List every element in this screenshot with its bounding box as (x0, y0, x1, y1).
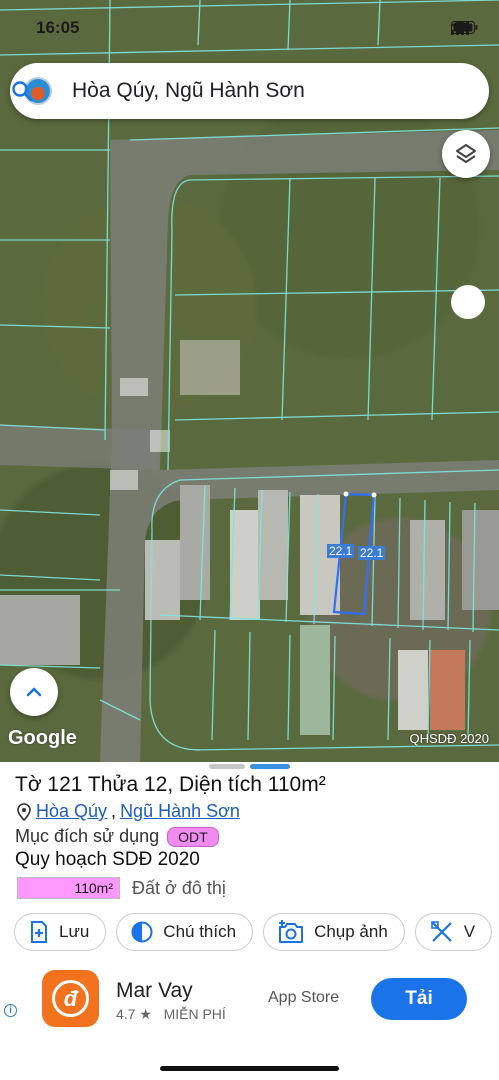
install-button[interactable]: Tải (371, 978, 467, 1020)
layers-button[interactable] (442, 130, 490, 178)
plan-heading: Quy hoạch SDĐ 2020 (15, 849, 200, 870)
save-button[interactable]: Lưu (14, 913, 107, 951)
sheet-handle[interactable] (209, 764, 245, 769)
measure-button[interactable]: V (414, 913, 493, 951)
measure-label: V (463, 922, 476, 941)
parcel-edge-label-right: 22.1 (358, 546, 386, 560)
parcel-info-sheet: Tờ 121 Thửa 12, Diện tích 110m² Hòa Qúy,… (0, 762, 499, 1080)
layers-icon (456, 144, 476, 163)
app-logo-letter: đ (52, 980, 89, 1017)
action-bar: Lưu Chú thích Chụp ảnh V (14, 913, 493, 951)
ad-price: MIỄN PHÍ (163, 1006, 226, 1022)
ruler-icon (430, 921, 452, 942)
zoning-area-swatch: 110m² (17, 877, 120, 899)
district-link[interactable]: Ngũ Hành Sơn (120, 801, 240, 822)
ad-rating: 4.7 ★ MIỄN PHÍ (116, 1006, 226, 1023)
capture-button[interactable]: Chụp ảnh (263, 913, 405, 951)
ad-store: App Store (268, 989, 340, 1006)
ward-link[interactable]: Hòa Qúy (36, 801, 107, 822)
legend-label: Chú thích (163, 922, 237, 941)
status-time: 16:05 (36, 18, 80, 37)
status-icons (451, 21, 478, 35)
parcel-edge-label-left: 22.1 (327, 544, 355, 558)
location-dot[interactable] (451, 285, 485, 319)
parcel-location: Hòa Qúy, Ngũ Hành Sơn (16, 801, 240, 822)
search-bar[interactable]: Hòa Qúy, Ngũ Hành Sơn (10, 63, 489, 119)
google-attribution: Google (8, 727, 77, 749)
ad-banner[interactable]: i đ Mar Vay 4.7 ★ MIỄN PHÍ App Store Tải (0, 963, 499, 1041)
add-bookmark-icon (31, 921, 47, 943)
contrast-icon (131, 921, 153, 943)
ad-app-name: Mar Vay (116, 979, 193, 1002)
purpose-label: Mục đích sử dụng (15, 826, 160, 846)
search-icon[interactable] (10, 79, 34, 103)
status-bar: 16:05 (0, 18, 499, 40)
zoning-description: Đất ở đô thị (132, 877, 226, 898)
home-indicator[interactable] (160, 1066, 339, 1071)
layer-label: QHSDĐ 2020 (409, 731, 489, 746)
sheet-handle-active[interactable] (250, 764, 290, 769)
chevron-up-icon (26, 687, 42, 697)
map-view[interactable]: 22.1 22.1 16:05 Hòa Qúy, Ngũ Hành Sơn Go… (0, 0, 499, 762)
legend-button[interactable]: Chú thích (116, 913, 254, 951)
ad-info-icon[interactable]: i (4, 1004, 17, 1017)
parcel-title: Tờ 121 Thửa 12, Diện tích 110m² (15, 773, 326, 796)
land-purpose-row: Mục đích sử dụng ODT (15, 826, 219, 847)
add-photo-icon (279, 920, 304, 943)
app-icon: đ (42, 970, 99, 1027)
save-label: Lưu (59, 922, 90, 941)
battery-icon (451, 21, 478, 34)
purpose-badge: ODT (167, 826, 219, 847)
ad-rating-value: 4.7 ★ (116, 1006, 152, 1022)
zoning-row: 110m² Đất ở đô thị (17, 877, 226, 899)
capture-label: Chụp ảnh (314, 922, 388, 941)
expand-button[interactable] (10, 668, 58, 716)
location-separator: , (111, 801, 117, 821)
search-query[interactable]: Hòa Qúy, Ngũ Hành Sơn (72, 79, 305, 103)
location-pin-icon (17, 802, 31, 821)
